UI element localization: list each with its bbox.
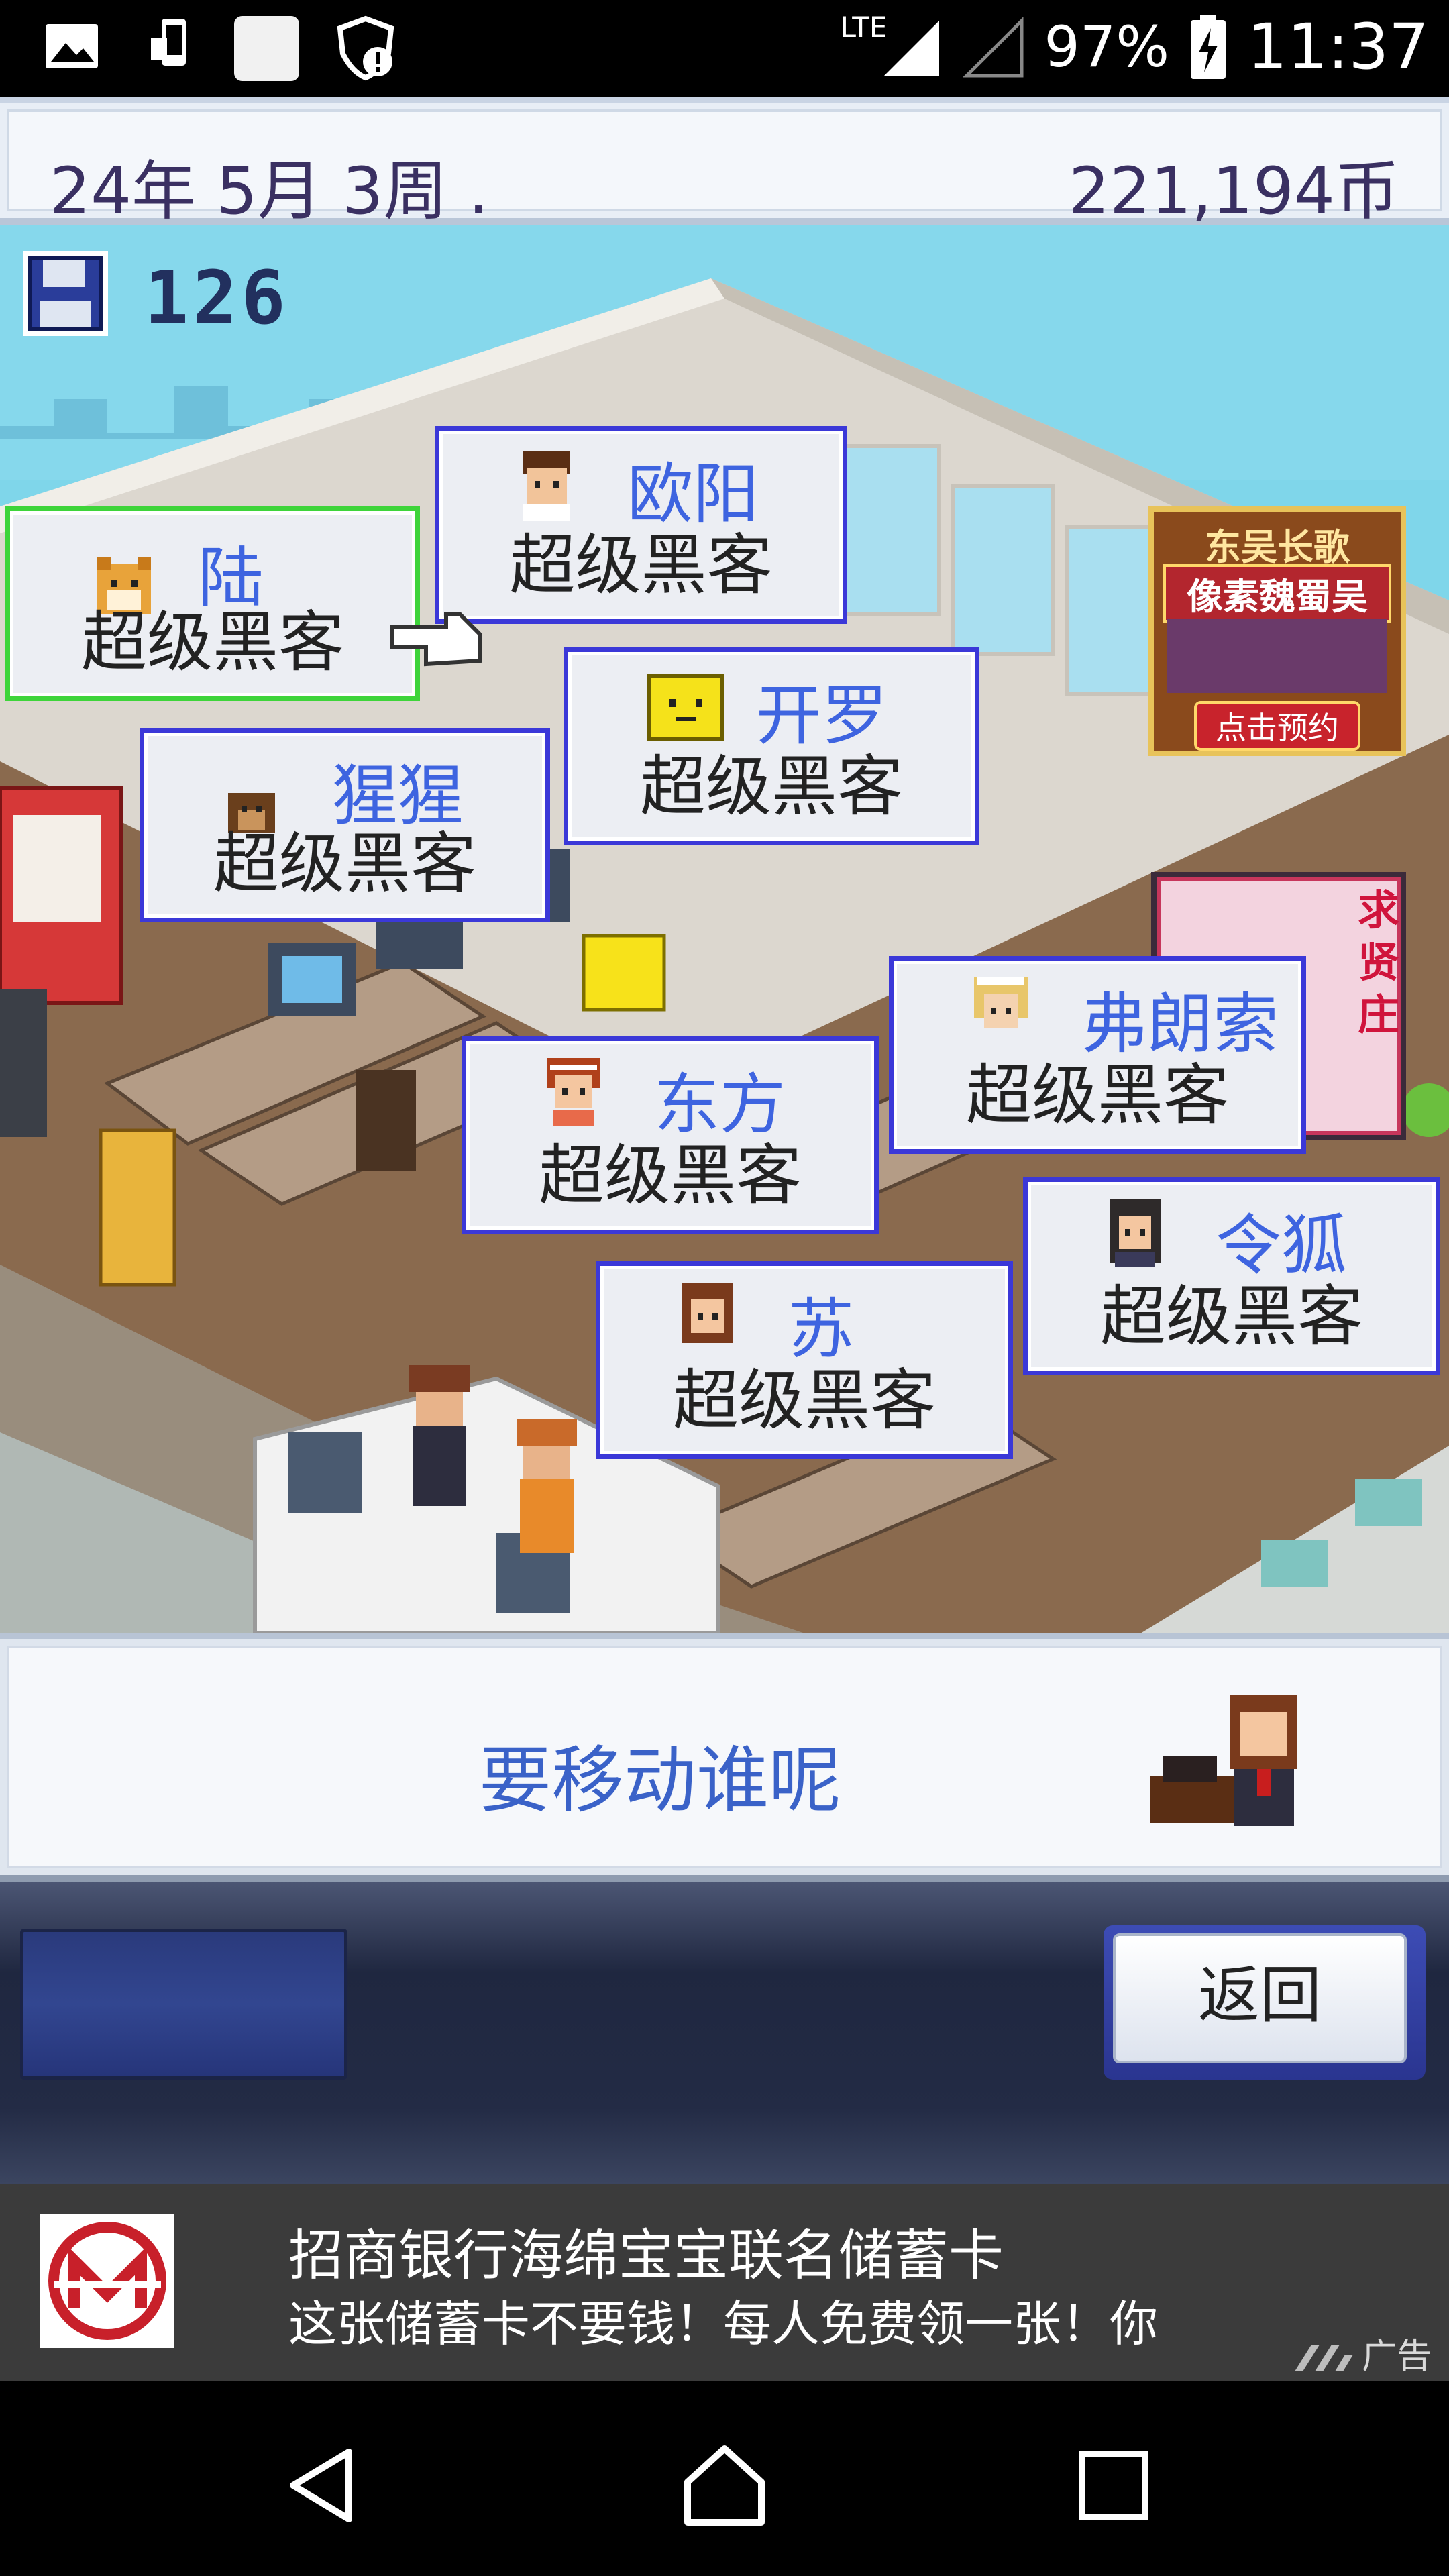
pointer-hand-icon [390,612,482,667]
staff-role: 超级黑客 [1099,1279,1363,1355]
promo-badge[interactable]: 东吴长歌 像素魏蜀吴 点击预约 [1148,506,1406,756]
ad-title[interactable]: 招商银行海绵宝宝联名储蓄卡 [288,2210,1004,2290]
staff-card-linghu[interactable]: 令狐 超级黑客 [1023,1177,1440,1375]
promo-title: 东吴长歌 [1205,526,1350,568]
battery-percentage: 97% [1044,14,1170,80]
person-avatar-icon [523,451,570,521]
battery-charging-icon [1191,15,1226,79]
ad-network-icon [1295,2345,1353,2371]
girl-avatar-icon [547,1058,600,1126]
ad-label: 广告 [1362,2337,1432,2377]
staff-role: 超级黑客 [639,749,903,825]
floppy-disk-icon [23,251,108,336]
staff-card-xingxing[interactable]: 猩猩 超级黑客 [140,728,550,922]
signal-empty-icon [963,16,1024,77]
empty-action-slot [20,1929,347,2080]
signal-icon [884,20,940,76]
blonde-avatar-icon [974,977,1028,1028]
promo-characters-image [1167,619,1387,693]
staff-card-su[interactable]: 苏 超级黑客 [596,1261,1013,1459]
office-scene[interactable]: 东吴长歌 像素魏蜀吴 点击预约 求贤庄 陆 超级黑客 欧阳 超级黑客 猩猩 超级… [0,225,1449,1633]
staff-role: 超级黑客 [213,826,476,902]
status-bar: LTE 97% 11:37 [0,0,1449,97]
promo-reserve-button[interactable]: 点击预约 [1194,701,1360,751]
system-nav-bar [0,2381,1449,2576]
promo-subtitle: 像素魏蜀吴 [1163,564,1391,623]
yellow-block-avatar-icon [647,674,724,741]
prompt-text: 要移动谁呢 [479,1739,842,1823]
woman-avatar-icon [682,1283,733,1343]
app-notification-icon [234,16,299,81]
back-button[interactable]: 返回 [1104,1925,1426,2080]
game-header: 24年 5月 3周 . 221,194币 [0,97,1449,229]
nav-back-icon[interactable] [285,2445,359,2526]
bank-logo-icon [40,2214,174,2348]
header-panel: 24年 5月 3周 . 221,194币 [7,109,1442,229]
dark-hair-avatar-icon [1110,1199,1161,1267]
poster-text: 求贤庄 [1358,885,1400,1039]
secretary-icon [1150,1695,1297,1826]
image-notification-icon [46,24,98,68]
message-panel: 要移动谁呢 [7,1646,1442,1868]
staff-card-dongfang[interactable]: 东方 超级黑客 [462,1036,879,1234]
staff-role: 超级黑客 [509,527,773,604]
save-count: 126 [144,255,290,341]
staff-card-lu[interactable]: 陆 超级黑客 [5,506,420,701]
staff-role: 超级黑客 [672,1362,936,1439]
staff-role: 超级黑客 [80,604,344,681]
status-right-group: LTE 97% 11:37 [841,7,1429,87]
phone-notification-icon [151,19,186,66]
shield-alert-icon [337,15,394,81]
staff-role: 超级黑客 [965,1057,1229,1134]
staff-card-ouyang[interactable]: 欧阳 超级黑客 [435,426,847,624]
message-bar: 要移动谁呢 [0,1633,1449,1882]
staff-card-kairo[interactable]: 开罗 超级黑客 [564,647,979,845]
nav-recents-icon[interactable] [1077,2449,1150,2522]
staff-card-fulangsuo[interactable]: 弗朗索 超级黑客 [889,956,1306,1154]
clock: 11:37 [1247,10,1429,84]
nav-home-icon[interactable] [681,2442,768,2529]
ad-description[interactable]: 这张储蓄卡不要钱！每人免费领一张！你 [288,2284,1158,2355]
back-button-label: 返回 [1113,1933,1407,2063]
staff-role: 超级黑客 [538,1138,802,1214]
money-balance: 221,194币 [1069,154,1399,229]
game-date: 24年 5月 3周 . [50,154,489,229]
